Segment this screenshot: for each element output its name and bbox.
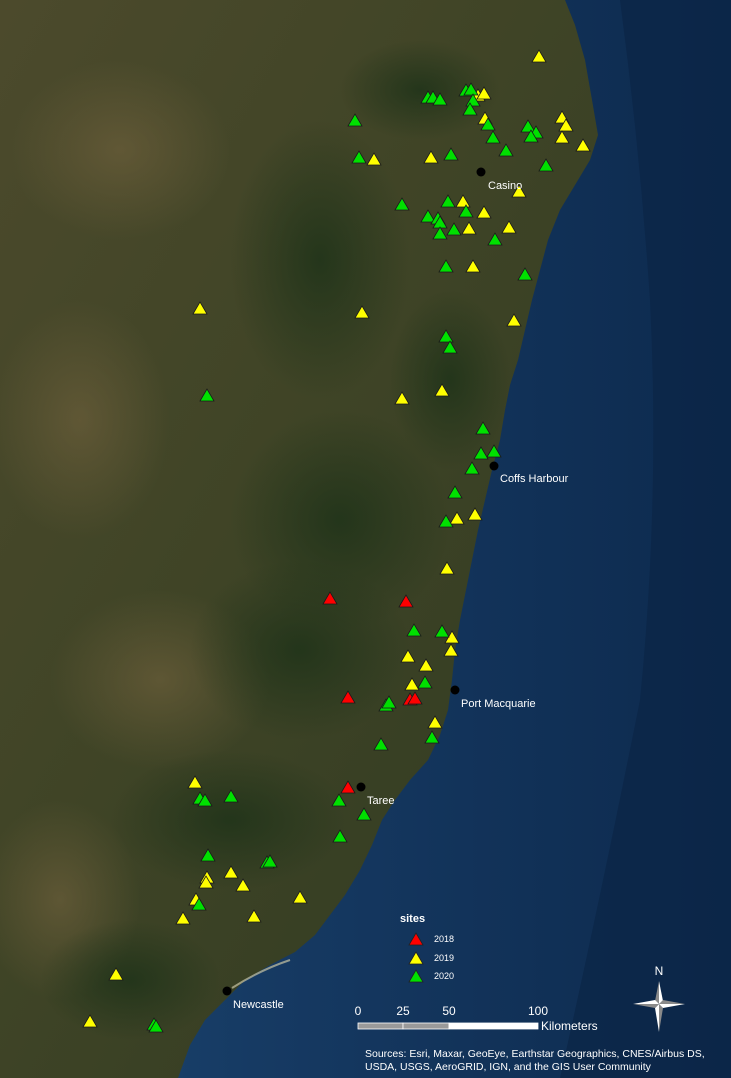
city-dot [222,986,232,996]
legend-label: 2020 [434,971,454,981]
city-label: Coffs Harbour [500,473,569,485]
map-view[interactable]: Casino Coffs Harbour Port Macquarie Tare… [0,0,731,1078]
scale-segment [357,1022,404,1030]
scale-unit: Kilometers [541,1019,598,1033]
city-dot [489,461,499,471]
scale-tick-label: 0 [355,1004,362,1018]
scale-tick-label: 50 [442,1004,456,1018]
city-dot [476,167,486,177]
legend-label: 2018 [434,934,454,944]
map-canvas: Casino Coffs Harbour Port Macquarie Tare… [0,0,731,1078]
city-label: Port Macquarie [461,698,536,710]
legend-title: sites [400,913,425,925]
city-label: Taree [367,795,395,807]
north-label: N [655,964,664,978]
city-label: Casino [488,180,522,192]
attribution-text: Sources: Esri, Maxar, GeoEye, Earthstar … [365,1048,705,1073]
city-label: Newcastle [233,999,284,1011]
city-dot [450,685,460,695]
scale-segment [448,1022,539,1030]
city-dot [356,782,366,792]
scale-tick-label: 100 [528,1004,548,1018]
scale-tick-label: 25 [396,1004,410,1018]
legend-label: 2019 [434,953,454,963]
scale-segment [402,1022,450,1030]
